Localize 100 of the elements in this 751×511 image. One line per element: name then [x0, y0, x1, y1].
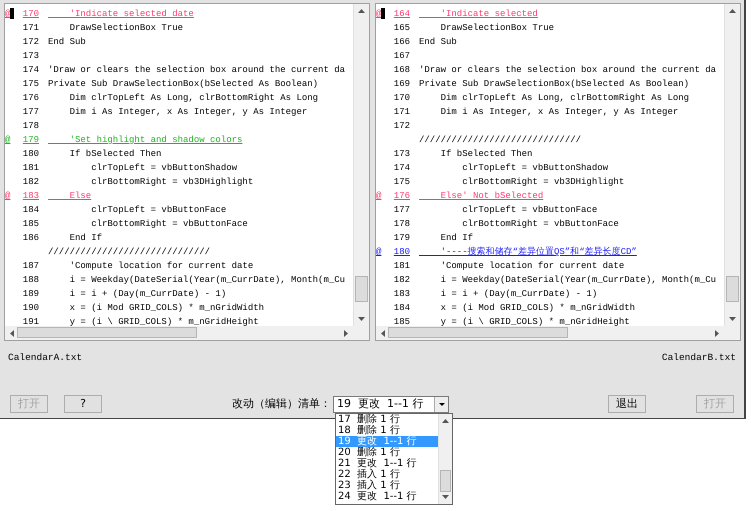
line-number: 177: [394, 204, 410, 217]
change-marker: @: [376, 190, 382, 203]
down-arrow-icon[interactable]: [729, 317, 736, 321]
line-number: 173: [22, 50, 39, 63]
line-number: 177: [22, 106, 39, 119]
button[interactable]: 退出: [608, 395, 646, 414]
line-number: 182: [22, 176, 39, 189]
scroll-thumb[interactable]: [726, 276, 739, 302]
line-number: 181: [394, 260, 410, 273]
list-option[interactable]: 20 删除 1 行: [336, 447, 438, 458]
code-line: clrBottomRight = vb3DHighlight: [461, 176, 624, 189]
line-number: 175: [394, 176, 410, 189]
code-line: 'Draw or clears the selection box around the current da: [419, 64, 716, 77]
line-number: 175: [22, 78, 39, 91]
code-line: 'Indicate selected: [440, 8, 538, 21]
code-line: End If: [68, 232, 102, 245]
left-arrow-icon[interactable]: [381, 330, 385, 336]
code-line: 'Set highlight and shadow colors: [68, 134, 242, 147]
code-line: Private Sub DrawSelectionBox(bSelected As Boolean): [419, 78, 690, 91]
horizontal-scrollbar[interactable]: [376, 326, 740, 340]
vertical-scrollbar[interactable]: [438, 414, 452, 504]
code-line: If bSelected Then: [68, 148, 162, 161]
line-number: 167: [394, 50, 410, 63]
code-line: DrawSelectionBox True: [440, 22, 554, 35]
scroll-thumb[interactable]: [440, 470, 451, 492]
up-arrow-icon[interactable]: [442, 419, 449, 423]
right-arrow-icon[interactable]: [715, 330, 719, 336]
change-marker: @: [5, 134, 10, 147]
list-option[interactable]: 23 插入 1 行: [336, 480, 438, 491]
code-line: 'Draw or clears the selection box around the current da: [48, 64, 346, 77]
code-line: End Sub: [48, 36, 86, 49]
code-line: End Sub: [419, 36, 457, 49]
code-line: clrTopLeft = vbButtonFace: [90, 204, 226, 217]
code-line: clrTopLeft = vbButtonShadow: [461, 162, 608, 175]
list-option[interactable]: 21 更改 1--1 行: [336, 458, 438, 469]
line-number: 183: [394, 288, 410, 301]
code-line: Dim i As Integer, x As Integer, y As Integer: [440, 106, 678, 119]
code-line: //////////////////////////////: [419, 134, 582, 147]
line-number: 165: [394, 22, 410, 35]
code-line: i = Weekday(DateSerial(Year(m_CurrDate), Month(m_Cu: [440, 274, 716, 287]
left-arrow-icon[interactable]: [10, 330, 14, 336]
line-number: 183: [22, 190, 39, 203]
code-line: Private Sub DrawSelectionBox(bSelected As Boolean): [48, 78, 318, 91]
line-number: 176: [22, 92, 39, 105]
file-name: CalendarB.txt: [662, 351, 736, 365]
code-line: clrBottomRight = vbButtonFace: [461, 218, 619, 231]
horizontal-scrollbar[interactable]: [5, 326, 369, 340]
line-number: 185: [22, 218, 39, 231]
code-line: clrTopLeft = vbButtonFace: [461, 204, 598, 217]
line-number: 170: [394, 92, 410, 105]
line-number: 172: [22, 36, 39, 49]
up-arrow-icon[interactable]: [729, 9, 736, 13]
code-line: Dim clrTopLeft As Long, clrBottomRight As Long: [440, 92, 690, 105]
line-number: 171: [394, 106, 410, 119]
line-number: 190: [22, 302, 39, 315]
code-line: Dim clrTopLeft As Long, clrBottomRight As Long: [68, 92, 318, 105]
code-line: If bSelected Then: [440, 148, 532, 161]
right-arrow-icon[interactable]: [344, 330, 348, 336]
file-name: CalendarA.txt: [8, 351, 82, 365]
line-number: 174: [394, 162, 410, 175]
down-arrow-icon[interactable]: [358, 317, 365, 321]
scroll-thumb[interactable]: [355, 276, 368, 302]
list-option[interactable]: 22 插入 1 行: [336, 469, 438, 480]
line-number: 171: [22, 22, 39, 35]
vertical-scrollbar[interactable]: [724, 4, 740, 326]
down-arrow-icon[interactable]: [442, 495, 449, 499]
line-number: 189: [22, 288, 39, 301]
code-line: clrBottomRight = vbButtonFace: [90, 218, 248, 231]
line-number: 180: [394, 246, 410, 259]
line-number: 178: [22, 120, 39, 133]
scroll-thumb[interactable]: [17, 327, 197, 338]
line-number: 181: [22, 162, 39, 175]
code-line: i = i + (Day(m_CurrDate) - 1): [68, 288, 226, 301]
button[interactable]: ?: [64, 395, 102, 414]
change-list-dropdown[interactable]: 19 更改 1--1 行: [333, 396, 449, 413]
line-number: 184: [22, 204, 39, 217]
up-arrow-icon[interactable]: [358, 9, 365, 13]
line-number: 176: [394, 190, 410, 203]
list-option[interactable]: 18 删除 1 行: [336, 425, 438, 436]
line-number: 188: [22, 274, 39, 287]
code-line: Else' Not bSelected: [440, 190, 544, 203]
vertical-scrollbar[interactable]: [353, 4, 369, 326]
change-marker: @: [376, 8, 382, 21]
line-number: 173: [394, 148, 410, 161]
list-option[interactable]: 17 删除 1 行: [336, 414, 438, 425]
line-number: 187: [22, 260, 39, 273]
line-number: 186: [22, 232, 39, 245]
code-line: 'Compute location for current date: [68, 260, 254, 273]
change-marker: @: [5, 190, 10, 203]
code-line: y = (i \ GRID_COLS) * m_nGridHeight: [440, 316, 630, 326]
code-line: i = i + (Day(m_CurrDate) - 1): [440, 288, 598, 301]
scroll-thumb[interactable]: [388, 327, 568, 338]
line-number: 191: [22, 316, 39, 326]
line-number: 179: [22, 134, 39, 147]
code-line: clrTopLeft = vbButtonShadow: [90, 162, 238, 175]
code-line: clrBottomRight = vb3DHighlight: [90, 176, 254, 189]
list-option[interactable]: 24 更改 1--1 行: [336, 491, 438, 502]
line-number: 166: [394, 36, 410, 49]
line-number: 172: [394, 120, 410, 133]
line-number: 185: [394, 316, 410, 326]
